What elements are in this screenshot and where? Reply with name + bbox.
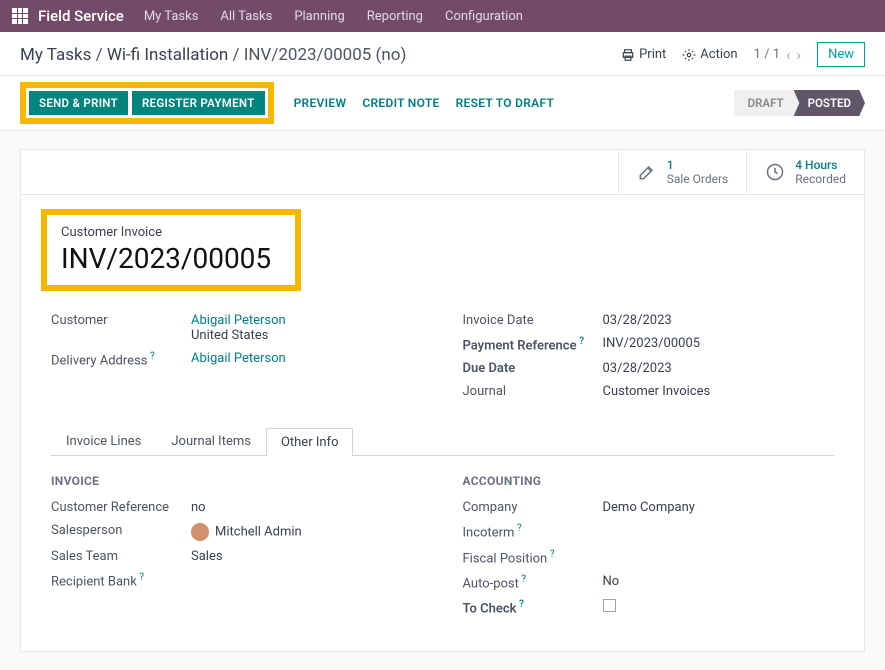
action-button[interactable]: Action — [682, 47, 737, 62]
bank-label: Recipient Bank ? — [51, 572, 191, 589]
pager-text: 1 / 1 — [754, 47, 780, 62]
stat-so-label: Sale Orders — [667, 172, 729, 186]
print-icon — [621, 48, 635, 62]
fiscal-label: Fiscal Position ? — [463, 549, 603, 566]
payref-label: Payment Reference ? — [463, 336, 603, 353]
brand: Field Service — [38, 7, 124, 25]
custref-value: no — [191, 500, 206, 515]
stat-sale-orders[interactable]: 1 Sale Orders — [618, 150, 747, 194]
customer-label: Customer — [51, 313, 191, 328]
stat-hours[interactable]: 4 Hours Recorded — [746, 150, 864, 194]
menu-my-tasks[interactable]: My Tasks — [144, 9, 199, 24]
highlight-actions: SEND & PRINT REGISTER PAYMENT — [20, 82, 274, 124]
preview-button[interactable]: PREVIEW — [286, 96, 355, 110]
customer-country: United States — [191, 328, 268, 343]
help-icon[interactable]: ? — [547, 549, 554, 560]
pager-prev-icon[interactable]: ‹ — [786, 46, 791, 64]
salesteam-label: Sales Team — [51, 549, 191, 564]
salesperson-label: Salesperson — [51, 523, 191, 538]
new-button[interactable]: New — [817, 42, 865, 67]
stat-hours-num: 4 Hours — [795, 158, 846, 172]
salesperson-value[interactable]: Mitchell Admin — [191, 523, 302, 541]
status-posted[interactable]: POSTED — [794, 90, 865, 116]
payref-value: INV/2023/00005 — [603, 336, 701, 351]
stat-bar: 1 Sale Orders 4 Hours Recorded — [21, 150, 864, 195]
help-icon[interactable]: ? — [516, 599, 523, 610]
help-icon[interactable]: ? — [577, 336, 584, 347]
avatar — [191, 523, 209, 541]
autopost-value: No — [603, 574, 620, 589]
print-button[interactable]: Print — [621, 47, 666, 62]
topbar: Field Service My Tasks All Tasks Plannin… — [0, 0, 885, 32]
title-highlight: Customer Invoice INV/2023/00005 — [41, 209, 301, 291]
tab-journal-items[interactable]: Journal Items — [156, 427, 266, 455]
due-label: Due Date — [463, 361, 603, 376]
journal-label: Journal — [463, 384, 603, 399]
help-icon[interactable]: ? — [514, 523, 521, 534]
menu-planning[interactable]: Planning — [294, 9, 344, 24]
pager-next-icon[interactable]: › — [797, 46, 802, 64]
tab-invoice-lines[interactable]: Invoice Lines — [51, 427, 156, 455]
help-icon[interactable]: ? — [148, 351, 155, 362]
invdate-label: Invoice Date — [463, 313, 603, 328]
stat-hours-label: Recorded — [795, 172, 846, 186]
delivery-link[interactable]: Abigail Peterson — [191, 351, 286, 366]
edit-icon — [637, 162, 657, 182]
clock-icon — [765, 162, 785, 182]
delivery-label: Delivery Address ? — [51, 351, 191, 368]
breadcrumb: My Tasks / Wi-fi Installation / INV/2023… — [20, 45, 406, 65]
menu-configuration[interactable]: Configuration — [445, 9, 523, 24]
help-icon[interactable]: ? — [137, 572, 144, 583]
register-payment-button[interactable]: REGISTER PAYMENT — [132, 91, 265, 115]
menu-reporting[interactable]: Reporting — [367, 9, 423, 24]
top-menu: My Tasks All Tasks Planning Reporting Co… — [144, 9, 523, 24]
gear-icon — [682, 48, 696, 62]
status-draft[interactable]: DRAFT — [734, 90, 798, 116]
customer-link[interactable]: Abigail Peterson — [191, 313, 286, 328]
incoterm-label: Incoterm ? — [463, 523, 603, 540]
company-label: Company — [463, 500, 603, 515]
crumb-current: INV/2023/00005 (no) — [244, 45, 407, 65]
autopost-label: Auto-post ? — [463, 574, 603, 591]
crumb-task[interactable]: Wi-fi Installation — [107, 45, 228, 65]
button-bar: SEND & PRINT REGISTER PAYMENT PREVIEW CR… — [0, 75, 885, 131]
menu-all-tasks[interactable]: All Tasks — [220, 9, 272, 24]
crumb-my-tasks[interactable]: My Tasks — [20, 45, 91, 65]
title-sup: Customer Invoice — [61, 225, 271, 240]
send-print-button[interactable]: SEND & PRINT — [29, 91, 128, 115]
help-icon[interactable]: ? — [519, 574, 526, 585]
apps-icon[interactable] — [12, 8, 28, 24]
print-label: Print — [639, 47, 666, 62]
pager: 1 / 1 ‹ › — [754, 46, 801, 64]
credit-note-button[interactable]: CREDIT NOTE — [354, 96, 447, 110]
journal-value: Customer Invoices — [603, 384, 711, 399]
company-value: Demo Company — [603, 500, 695, 515]
action-label: Action — [700, 47, 737, 62]
header: My Tasks / Wi-fi Installation / INV/2023… — [0, 32, 885, 75]
invdate-value: 03/28/2023 — [603, 313, 672, 328]
tab-other-info[interactable]: Other Info — [266, 428, 354, 456]
reset-button[interactable]: RESET TO DRAFT — [448, 96, 563, 110]
due-value: 03/28/2023 — [603, 361, 672, 376]
form-sheet: 1 Sale Orders 4 Hours Recorded Customer … — [20, 149, 865, 652]
title-big: INV/2023/00005 — [61, 242, 271, 275]
tocheck-label: To Check ? — [463, 599, 603, 616]
tabs: Invoice Lines Journal Items Other Info — [51, 427, 834, 456]
acct-section-title: ACCOUNTING — [463, 474, 835, 488]
tocheck-checkbox[interactable] — [603, 599, 616, 612]
stat-so-num: 1 — [667, 158, 729, 172]
salesteam-value: Sales — [191, 549, 223, 564]
invoice-section-title: INVOICE — [51, 474, 423, 488]
custref-label: Customer Reference — [51, 500, 191, 515]
